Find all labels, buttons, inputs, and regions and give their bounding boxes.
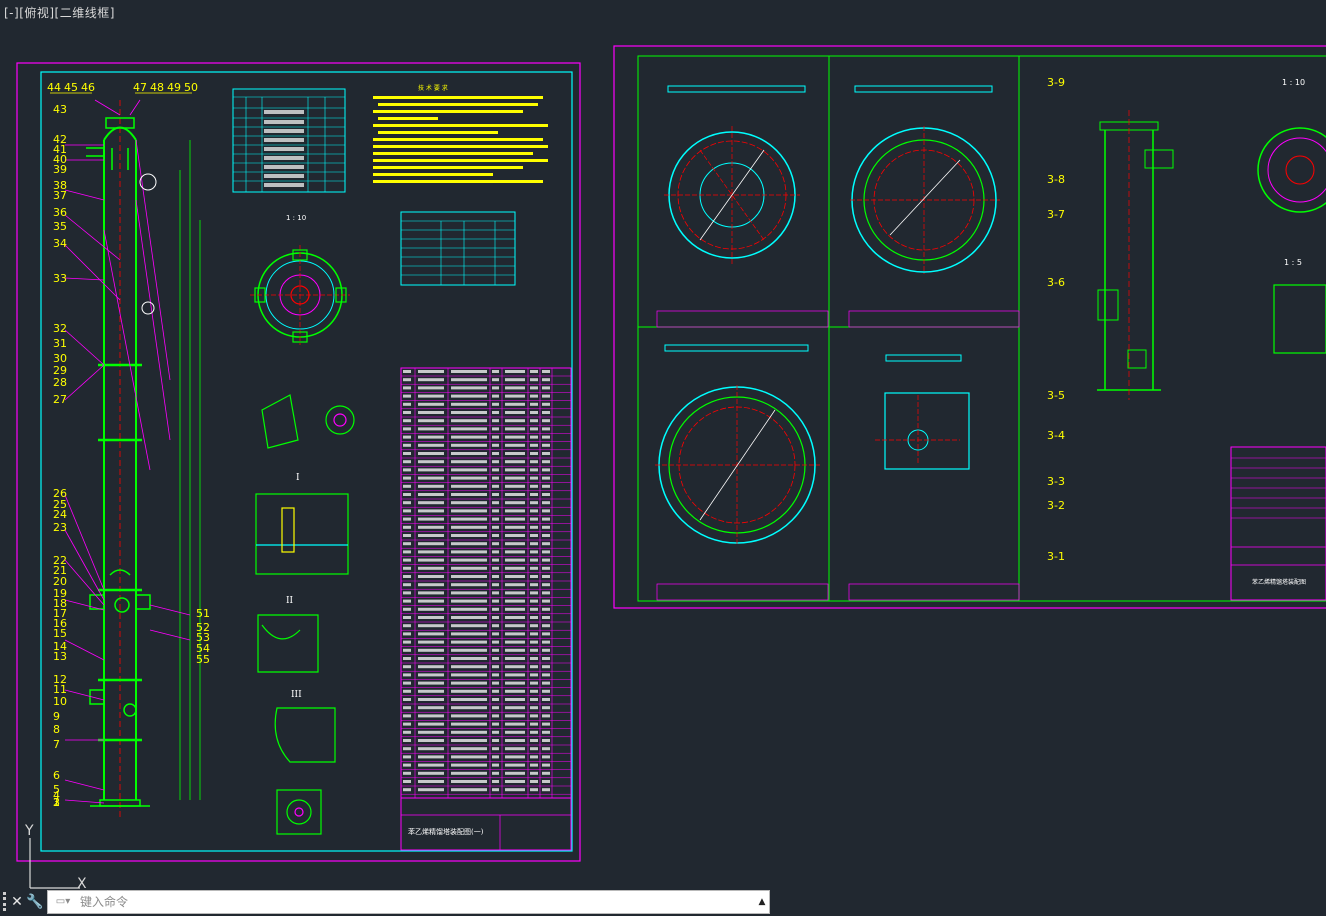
balloon-6: 6 xyxy=(53,769,60,782)
sheet-2: 1 : 10 1 : 5 3-9 3-8 3-7 3-6 3-5 3-4 3-3 3-2 3-1… xyxy=(613,45,1326,609)
balloon-15: 15 xyxy=(53,627,67,640)
ucs-y-label: Y xyxy=(24,823,34,839)
balloon-35: 35 xyxy=(53,220,67,233)
balloon-28: 28 xyxy=(53,376,67,389)
balloon-7: 7 xyxy=(53,738,60,751)
customize-wrench-icon[interactable]: 🔧 xyxy=(26,891,44,913)
balloon-33: 33 xyxy=(53,272,67,285)
assembly-top-view: 1 : 10 1 : 5 xyxy=(1257,78,1326,354)
sheet2-label-3-1: 3-1 xyxy=(1047,550,1065,563)
balloon-1: 1 xyxy=(53,796,60,809)
balloon-32: 32 xyxy=(53,322,67,335)
sheet2-label-3-3: 3-3 xyxy=(1047,475,1065,488)
sheet2-label-3-5: 3-5 xyxy=(1047,389,1065,402)
plate-top-left xyxy=(664,85,806,264)
balloon-10: 10 xyxy=(53,695,67,708)
scale-label-3: 1 : 5 xyxy=(1284,258,1302,267)
viewport-label[interactable]: [-][俯视][二维线框] xyxy=(4,4,115,21)
command-input-wrap: ▭▾ ▲ xyxy=(47,889,770,914)
balloon-24: 24 xyxy=(53,508,67,521)
sheet2-label-3-2: 3-2 xyxy=(1047,499,1065,512)
balloon-36: 36 xyxy=(53,206,67,219)
sheet2-label-3-4: 3-4 xyxy=(1047,429,1065,442)
column-vessel xyxy=(64,99,201,820)
balloon-49: 49 xyxy=(167,81,181,94)
parts-list xyxy=(400,367,572,799)
design-data-table xyxy=(400,211,516,286)
command-line-bar: ✕ 🔧 ▭▾ ▲ xyxy=(0,889,770,914)
balloon-23: 23 xyxy=(53,521,67,534)
title-block-2: 苯乙烯精馏塔装配图 xyxy=(1230,446,1326,601)
balloon-31: 31 xyxy=(53,337,67,350)
sheet2-label-3-9: 3-9 xyxy=(1047,76,1065,89)
balloon-34: 34 xyxy=(53,237,67,250)
ucs-icon xyxy=(29,838,80,889)
sheet-2-frame xyxy=(637,55,1326,602)
section-label-iii: III xyxy=(291,690,302,700)
scale-label-2: 1 : 10 xyxy=(1282,78,1305,87)
tech-requirements: 技 术 要 求 xyxy=(373,84,548,183)
scale-label-1: 1 : 10 xyxy=(286,214,306,222)
balloon-55: 55 xyxy=(196,653,210,666)
nozzle-table xyxy=(232,88,346,193)
balloon-8: 8 xyxy=(53,723,60,736)
sheet-1: 44 45 46 47 48 49 50 4342414039383736353433323… xyxy=(16,62,581,862)
assembly-right xyxy=(1097,110,1174,400)
sheet2-label-3-6: 3-6 xyxy=(1047,276,1065,289)
balloon-9: 9 xyxy=(53,710,60,723)
balloon-48: 48 xyxy=(150,81,164,94)
balloon-39: 39 xyxy=(53,163,67,176)
title-block-1-text: 苯乙烯精馏塔装配图(一) xyxy=(408,827,484,836)
plate-top-right xyxy=(850,85,1000,274)
balloon-37: 37 xyxy=(53,189,67,202)
detail-sections xyxy=(255,394,355,835)
sheet2-label-3-7: 3-7 xyxy=(1047,208,1065,221)
balloon-51: 51 xyxy=(196,607,210,620)
plate-bottom-left xyxy=(655,344,820,545)
top-view-detail: 1 : 10 xyxy=(250,214,350,345)
balloon-47: 47 xyxy=(133,81,147,94)
sheet2-label-3-8: 3-8 xyxy=(1047,173,1065,186)
close-command-line-icon[interactable]: ✕ xyxy=(8,891,26,913)
command-history-up-icon[interactable]: ▲ xyxy=(755,891,769,913)
command-input[interactable] xyxy=(78,891,755,912)
title-block-2-text: 苯乙烯精馏塔装配图 xyxy=(1252,578,1306,586)
plate-bottom-right xyxy=(875,354,970,470)
title-block-1: 苯乙烯精馏塔装配图(一) xyxy=(400,797,572,851)
tech-req-title: 技 术 要 求 xyxy=(418,84,448,92)
drawing-canvas[interactable]: 44 45 46 47 48 49 50 4342414039383736353433323… xyxy=(0,0,1326,916)
balloon-45: 45 xyxy=(64,81,78,94)
section-label-i: I xyxy=(296,473,300,483)
recent-commands-icon[interactable]: ▭▾ xyxy=(48,891,78,913)
section-label-ii: II xyxy=(286,596,294,606)
balloon-27: 27 xyxy=(53,393,67,406)
balloon-44: 44 xyxy=(47,81,61,94)
balloon-46: 46 xyxy=(81,81,95,94)
balloon-43: 43 xyxy=(53,103,67,116)
balloon-50: 50 xyxy=(184,81,198,94)
balloon-13: 13 xyxy=(53,650,67,663)
